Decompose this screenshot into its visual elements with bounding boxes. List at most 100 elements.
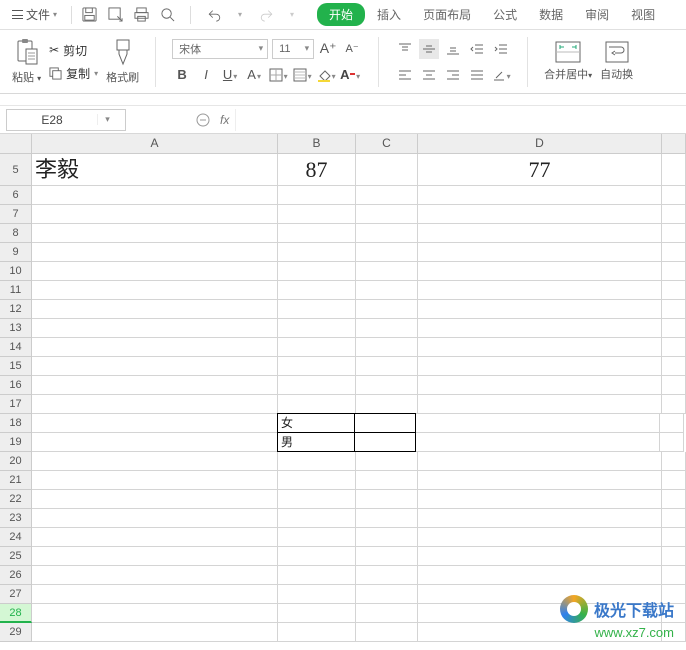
- select-all-corner[interactable]: [0, 134, 32, 154]
- cell[interactable]: [662, 319, 686, 338]
- cell[interactable]: [356, 186, 418, 205]
- cell[interactable]: [278, 224, 356, 243]
- name-box-dropdown[interactable]: ▾: [97, 114, 117, 125]
- cell[interactable]: [356, 376, 418, 395]
- cell[interactable]: [662, 471, 686, 490]
- row-header[interactable]: 24: [0, 528, 32, 547]
- cell[interactable]: [356, 471, 418, 490]
- name-box[interactable]: ▾: [6, 109, 126, 131]
- name-box-input[interactable]: [7, 113, 97, 127]
- row-header[interactable]: 27: [0, 585, 32, 604]
- cell[interactable]: [32, 205, 278, 224]
- row-header[interactable]: 23: [0, 509, 32, 528]
- cell[interactable]: [662, 281, 686, 300]
- cell[interactable]: [32, 547, 278, 566]
- cell[interactable]: [418, 243, 662, 262]
- cell[interactable]: [278, 585, 356, 604]
- cell[interactable]: [418, 224, 662, 243]
- tab-data[interactable]: 数据: [529, 3, 573, 26]
- row-header[interactable]: 12: [0, 300, 32, 319]
- row-header[interactable]: 19: [0, 433, 32, 452]
- cell[interactable]: [356, 154, 418, 186]
- cell[interactable]: [418, 262, 662, 281]
- cell[interactable]: [662, 154, 686, 186]
- decrease-indent-icon[interactable]: [467, 39, 487, 59]
- cell[interactable]: [32, 528, 278, 547]
- italic-button[interactable]: I: [196, 65, 216, 85]
- formula-input[interactable]: [235, 109, 686, 131]
- row-header[interactable]: 29: [0, 623, 32, 642]
- row-header[interactable]: 22: [0, 490, 32, 509]
- cell[interactable]: [32, 623, 278, 642]
- cell[interactable]: [32, 224, 278, 243]
- tab-page-layout[interactable]: 页面布局: [413, 3, 481, 26]
- cell[interactable]: [356, 243, 418, 262]
- cell[interactable]: [32, 566, 278, 585]
- cell[interactable]: [356, 604, 418, 623]
- cell[interactable]: [418, 566, 662, 585]
- spreadsheet-grid[interactable]: ABCD 5李毅87776789101112131415161718女19男20…: [0, 134, 686, 642]
- column-header[interactable]: D: [418, 134, 662, 154]
- row-header[interactable]: 28: [0, 604, 32, 623]
- cell[interactable]: [418, 471, 662, 490]
- cell[interactable]: [418, 490, 662, 509]
- font-size-select[interactable]: 11: [272, 39, 314, 59]
- cell[interactable]: [662, 224, 686, 243]
- cell[interactable]: [278, 528, 356, 547]
- align-top-icon[interactable]: [395, 39, 415, 59]
- cell[interactable]: [356, 395, 418, 414]
- border-button[interactable]: [268, 65, 288, 85]
- cell[interactable]: [416, 414, 660, 433]
- cell[interactable]: [356, 509, 418, 528]
- cell[interactable]: [356, 281, 418, 300]
- column-header[interactable]: A: [32, 134, 278, 154]
- cell[interactable]: [416, 433, 660, 452]
- cell[interactable]: [662, 528, 686, 547]
- row-header[interactable]: 25: [0, 547, 32, 566]
- fill-pattern-button[interactable]: [292, 65, 312, 85]
- cell[interactable]: [32, 395, 278, 414]
- cell[interactable]: [418, 452, 662, 471]
- tab-formulas[interactable]: 公式: [483, 3, 527, 26]
- cell[interactable]: [278, 243, 356, 262]
- row-header[interactable]: 17: [0, 395, 32, 414]
- cell[interactable]: [418, 338, 662, 357]
- align-bottom-icon[interactable]: [443, 39, 463, 59]
- cell[interactable]: [32, 471, 278, 490]
- cell[interactable]: [278, 205, 356, 224]
- row-header[interactable]: 10: [0, 262, 32, 281]
- cell[interactable]: [418, 395, 662, 414]
- cancel-icon[interactable]: [196, 113, 210, 127]
- cell[interactable]: [418, 357, 662, 376]
- increase-font-icon[interactable]: A⁺: [318, 39, 338, 59]
- cell[interactable]: [278, 623, 356, 642]
- cell[interactable]: [356, 300, 418, 319]
- print-icon[interactable]: [132, 6, 150, 24]
- cut-button[interactable]: ✂ 剪切: [49, 42, 98, 59]
- cell[interactable]: [356, 262, 418, 281]
- cell[interactable]: [418, 300, 662, 319]
- decrease-font-icon[interactable]: A⁻: [342, 39, 362, 59]
- undo-icon[interactable]: [205, 6, 223, 24]
- cell[interactable]: [278, 186, 356, 205]
- cell[interactable]: [32, 338, 278, 357]
- cell[interactable]: [278, 604, 356, 623]
- cell[interactable]: [32, 490, 278, 509]
- align-right-icon[interactable]: [443, 65, 463, 85]
- format-painter-button[interactable]: 格式刷: [106, 38, 139, 85]
- row-header[interactable]: 16: [0, 376, 32, 395]
- cell[interactable]: 李毅: [32, 154, 278, 186]
- cell[interactable]: [356, 319, 418, 338]
- cell[interactable]: [418, 528, 662, 547]
- tab-view[interactable]: 视图: [621, 3, 665, 26]
- cell[interactable]: [278, 509, 356, 528]
- cell[interactable]: [662, 338, 686, 357]
- cell[interactable]: [662, 395, 686, 414]
- cell[interactable]: [354, 413, 416, 433]
- row-header[interactable]: 11: [0, 281, 32, 300]
- cell[interactable]: [278, 300, 356, 319]
- cell[interactable]: [660, 414, 684, 433]
- tab-home[interactable]: 开始: [317, 3, 365, 26]
- redo-dropdown[interactable]: ▾: [283, 6, 301, 24]
- cell[interactable]: [32, 585, 278, 604]
